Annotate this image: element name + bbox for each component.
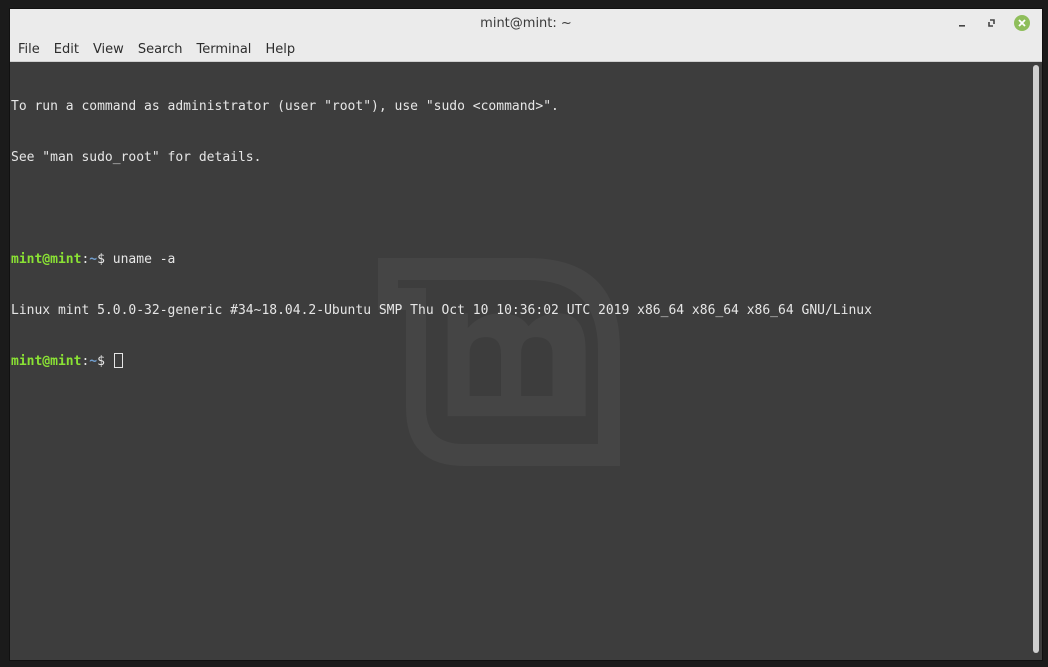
menu-help[interactable]: Help [265,42,304,57]
minimize-button[interactable] [952,14,972,32]
menu-bar: File Edit View Search Terminal Help [10,37,1042,62]
prompt-path: ~ [89,354,98,369]
close-icon [1018,19,1026,27]
menu-file[interactable]: File [18,42,49,57]
menu-search[interactable]: Search [138,42,192,57]
window-title: mint@mint: ~ [480,15,572,31]
menu-edit[interactable]: Edit [54,42,88,57]
title-bar[interactable]: mint@mint: ~ [10,9,1042,37]
scrollbar-thumb[interactable] [1033,65,1039,653]
close-button-circle [1014,15,1030,31]
minimize-icon [959,25,965,27]
prompt-line-2: mint@mint:~$ [11,353,872,370]
command-text: uname -a [112,252,176,267]
menu-terminal[interactable]: Terminal [196,42,260,57]
prompt-user: mint@mint [11,354,82,369]
text-cursor [113,353,123,368]
prompt-line-1: mint@mint:~$ uname -a [11,251,872,268]
intro-line-1: To run a command as administrator (user … [11,99,559,114]
terminal-output: To run a command as administrator (user … [11,64,872,404]
terminal-window: mint@mint: ~ File Edit View Search Termi… [10,9,1042,660]
command-output: Linux mint 5.0.0-32-generic #34~18.04.2-… [11,303,872,318]
intro-line-2: See "man sudo_root" for details. [11,150,262,165]
scrollbar[interactable] [1030,62,1042,660]
menu-view[interactable]: View [93,42,133,57]
close-button[interactable] [1012,14,1032,32]
maximize-button[interactable] [982,14,1002,32]
terminal-area[interactable]: To run a command as administrator (user … [10,62,1030,660]
prompt-symbol: $ [97,252,113,267]
prompt-user: mint@mint [11,252,82,267]
prompt-symbol: $ [97,354,113,369]
prompt-path: ~ [89,252,98,267]
window-controls [952,14,1032,32]
maximize-icon [988,19,995,27]
